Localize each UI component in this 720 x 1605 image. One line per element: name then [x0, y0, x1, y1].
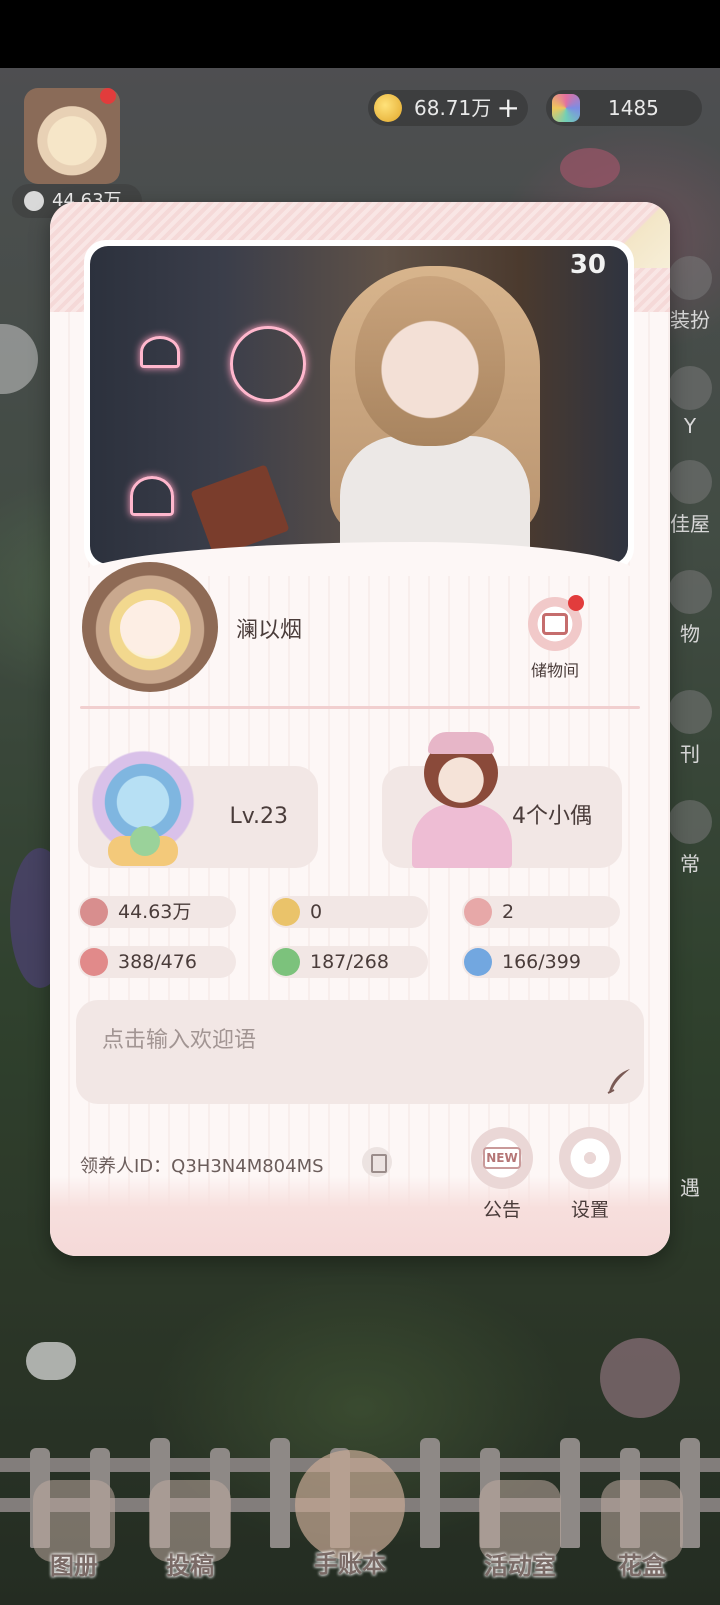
- storage-box-icon: [542, 613, 568, 635]
- side-item-label: 物: [680, 622, 700, 646]
- stat-footprints: 0: [270, 896, 428, 928]
- footprint-icon: [272, 898, 300, 926]
- welcome-placeholder: 点击输入欢迎语: [102, 1028, 257, 1053]
- heart-icon: [464, 898, 492, 926]
- copy-icon[interactable]: [362, 1147, 392, 1177]
- side-item-label: 刊: [680, 742, 700, 766]
- dolls-card[interactable]: 4个小偶: [382, 732, 622, 868]
- stat-furniture: 187/268: [270, 946, 428, 978]
- level-value: Lv.23: [229, 804, 288, 829]
- nickname[interactable]: 澜以烟: [236, 612, 302, 644]
- doll-head: [355, 276, 505, 446]
- nav-album-button[interactable]: 图册: [14, 1480, 134, 1581]
- notice-button[interactable]: NEW 公告: [470, 1127, 534, 1222]
- adopter-id-row: 领养人ID：Q3H3N4M804MS: [80, 1152, 324, 1178]
- nav-journal-button[interactable]: 手账本: [290, 1450, 410, 1579]
- coin-pill[interactable]: 68.71万 +: [368, 90, 528, 126]
- storage-label: 储物间: [530, 661, 579, 680]
- avatar-face: [120, 600, 180, 656]
- stat-value: 0: [310, 901, 323, 923]
- add-coins-icon[interactable]: +: [497, 90, 520, 126]
- side-item-label: 装扮: [670, 308, 710, 332]
- stat-clothing: 388/476: [78, 946, 236, 978]
- bag-icon: [464, 948, 492, 976]
- nav-activity-button[interactable]: 活动室: [460, 1480, 580, 1581]
- notification-dot: [100, 88, 116, 104]
- nav-submit-button[interactable]: 投稿: [130, 1480, 250, 1581]
- gear-icon: [572, 1140, 608, 1176]
- dress-icon: [80, 948, 108, 976]
- furniture-icon: [272, 948, 300, 976]
- person-icon: [80, 898, 108, 926]
- settings-label: 设置: [570, 1199, 609, 1221]
- nav-label: 投稿: [166, 1552, 214, 1580]
- gem-icon: [552, 94, 580, 122]
- nav-label: 活动室: [484, 1552, 556, 1580]
- storage-room-button[interactable]: 储物间: [520, 595, 590, 681]
- flower-icon: [130, 826, 160, 856]
- bottom-nav: 图册 投稿 手账本 活动室 花盒: [0, 1450, 720, 1590]
- stat-value: 166/399: [502, 951, 581, 973]
- side-item-label: 佳屋: [670, 512, 710, 536]
- stat-likes: 2: [462, 896, 620, 928]
- stat-accessories: 166/399: [462, 946, 620, 978]
- adopter-id-value: Q3H3N4M804MS: [171, 1156, 324, 1177]
- profile-avatar-button[interactable]: [24, 88, 120, 184]
- neon-heart: [130, 476, 174, 516]
- new-tag-icon: NEW: [483, 1147, 521, 1169]
- doll-avatar-icon: [406, 732, 516, 868]
- level-card[interactable]: Lv.23: [78, 748, 318, 868]
- neon-sign: [230, 326, 306, 402]
- stat-value: 187/268: [310, 951, 389, 973]
- adopter-id-label: 领养人ID：: [80, 1156, 172, 1177]
- stat-value: 388/476: [118, 951, 197, 973]
- stat-popularity: 44.63万: [78, 896, 236, 928]
- side-item-label: 遇: [680, 1176, 700, 1200]
- book: [190, 464, 290, 558]
- nav-label: 手账本: [314, 1550, 386, 1578]
- divider: [80, 706, 640, 709]
- nav-label: 图册: [50, 1552, 98, 1580]
- notice-label: 公告: [482, 1199, 521, 1221]
- nav-label: 花盒: [618, 1552, 666, 1580]
- stat-value: 2: [502, 901, 515, 923]
- dolls-count: 4个小偶: [512, 804, 592, 829]
- notification-dot: [568, 595, 584, 611]
- side-item-label: Y: [683, 414, 697, 438]
- side-item-label: 常: [680, 852, 700, 876]
- settings-button[interactable]: 设置: [558, 1127, 622, 1222]
- neon-heart: [140, 336, 180, 368]
- quill-icon: [607, 1069, 630, 1094]
- stat-value: 44.63万: [118, 901, 192, 923]
- coin-icon: [374, 94, 402, 122]
- photo-number: 30: [569, 250, 606, 280]
- gem-pill[interactable]: 1485: [546, 90, 702, 126]
- welcome-message-input[interactable]: 点击输入欢迎语: [76, 1000, 644, 1104]
- chat-icon[interactable]: [26, 1342, 76, 1380]
- person-icon: [24, 191, 44, 211]
- nav-flowerbox-button[interactable]: 花盒: [582, 1480, 702, 1581]
- coin-amount: 68.71万: [414, 96, 492, 120]
- gem-amount: 1485: [608, 96, 659, 120]
- profile-card: 30 澜以烟 储物间 Lv.23 4个小偶 44.63万 0 2 388/476…: [50, 202, 670, 1256]
- profile-photo[interactable]: 30: [78, 240, 640, 576]
- user-avatar[interactable]: [82, 562, 218, 692]
